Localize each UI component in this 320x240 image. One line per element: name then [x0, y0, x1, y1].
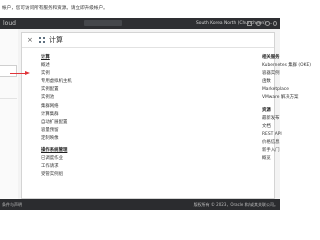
help-icon[interactable] [265, 21, 270, 26]
menu-item-cluster-networks[interactable]: 集群网络 [41, 103, 72, 111]
code-editor-icon[interactable] [247, 21, 252, 26]
top-navigation-bar: loud South Korea North (Chuncheon) ⌄ [0, 18, 280, 29]
compute-grid-icon [39, 37, 45, 43]
footer-copyright: 版权所有 © 2023，Oracle 和/或其关联公司。 [193, 202, 278, 207]
sidebar-divider [0, 98, 17, 99]
menu-item-autoscaling-configurations[interactable]: 自动扩展配置 [41, 119, 72, 127]
menu-item-vmware-solution[interactable]: VMware 解决方案 [262, 94, 311, 102]
panel-header: × 计算 [22, 33, 274, 48]
menu-item-scheduled-jobs[interactable]: 已调度作业 [41, 155, 72, 163]
menu-item-rest-api[interactable]: REST API [262, 131, 311, 139]
notifications-icon[interactable] [256, 21, 261, 26]
close-icon[interactable]: × [27, 34, 33, 46]
menu-item-work-requests[interactable]: 工作请求 [41, 163, 72, 171]
menu-item-capacity-reservations[interactable]: 容量预留 [41, 127, 72, 135]
related-services-column: 相关服务 Kubernetes 集群 (OKE) 容器实例 函数 Marketp… [262, 54, 311, 163]
menu-item-instances[interactable]: 实例 [41, 70, 72, 78]
menu-item-overview[interactable]: 概述 [41, 62, 72, 70]
menu-item-marketplace[interactable]: Marketplace [262, 86, 311, 94]
annotation-arrow-icon [10, 71, 30, 75]
panel-title: 计算 [49, 36, 63, 44]
menu-item-documentation[interactable]: 文档 [262, 123, 311, 131]
left-sidebar [0, 29, 19, 199]
search-input[interactable] [84, 20, 122, 26]
menu-item-kubernetes-clusters[interactable]: Kubernetes 集群 (OKE) [262, 62, 311, 70]
page-footer: 条件与声明 版权所有 © 2023，Oracle 和/或其关联公司。 [0, 199, 280, 210]
sidebar-card [0, 65, 17, 77]
menu-item-dedicated-vm-hosts[interactable]: 专用虚拟机主机 [41, 78, 72, 86]
compute-menu-column: 计算 概述 实例 专用虚拟机主机 实例配置 实例池 集群网络 计算集群 自动扩展… [41, 54, 72, 180]
menu-item-instance-pools[interactable]: 实例池 [41, 94, 72, 102]
menu-item-whats-new[interactable]: 最新发布 [262, 115, 311, 123]
section-title-related-services: 相关服务 [262, 55, 280, 60]
navigation-menu-panel: × 计算 计算 概述 实例 专用虚拟机主机 实例配置 实例池 集群网络 计算集群… [21, 32, 311, 199]
menu-item-overview-resources[interactable]: 概览 [262, 155, 311, 163]
footer-terms-link[interactable]: 条件与声明 [2, 199, 22, 210]
oracle-cloud-logo[interactable]: loud [3, 18, 16, 29]
region-selector[interactable]: South Korea North (Chuncheon) ⌄ [196, 18, 273, 29]
section-title-os-management: 操作系统管理 [41, 148, 68, 154]
section-title-compute: 计算 [41, 55, 50, 60]
menu-item-compute-clusters[interactable]: 计算集群 [41, 111, 72, 119]
menu-item-functions[interactable]: 函数 [262, 78, 311, 86]
menu-item-container-instances[interactable]: 容器实例 [262, 70, 311, 78]
trial-banner: 帐户，您可访问所有服务和资源。请立即升级帐户。 [0, 0, 280, 19]
menu-item-instance-configurations[interactable]: 实例配置 [41, 86, 72, 94]
profile-avatar-icon[interactable] [273, 21, 277, 26]
menu-item-managed-instance-groups[interactable]: 受管实例组 [41, 171, 72, 179]
menu-item-custom-images[interactable]: 定制映像 [41, 135, 72, 143]
menu-item-getting-started[interactable]: 新手入门 [262, 147, 311, 155]
menu-item-pricing[interactable]: 价格信息 [262, 139, 311, 147]
banner-text: 帐户，您可访问所有服务和资源。请立即升级帐户。 [2, 6, 108, 11]
section-title-resources: 资源 [262, 107, 271, 113]
